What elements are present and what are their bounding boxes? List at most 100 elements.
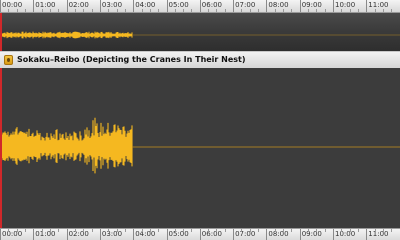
ruler-minor-tick <box>16 229 18 232</box>
ruler-label: 01:00 <box>35 230 56 238</box>
overview-waveform[interactable] <box>0 13 400 52</box>
ruler-minor-tick <box>8 229 10 232</box>
ruler-major-tick <box>266 229 268 240</box>
ruler-label: 04:00 <box>135 230 156 238</box>
ruler-minor-tick <box>91 229 93 232</box>
ruler-minor-tick <box>116 229 118 232</box>
ruler-minor-tick <box>216 9 218 12</box>
ruler-minor-tick <box>158 9 160 12</box>
ruler-label: 00:00 <box>2 230 23 238</box>
ruler-minor-tick <box>183 9 185 12</box>
ruler-minor-tick <box>58 229 60 232</box>
ruler-minor-tick <box>83 229 85 232</box>
ruler-major-tick <box>333 0 334 12</box>
ruler-major-tick <box>33 229 35 240</box>
ruler-minor-tick <box>258 9 260 12</box>
ruler-minor-tick <box>208 9 210 12</box>
ruler-major-tick <box>233 0 235 12</box>
ruler-minor-tick <box>49 229 51 232</box>
ruler-minor-tick <box>24 229 26 232</box>
ruler-label: 08:00 <box>268 1 289 9</box>
ruler-minor-tick <box>382 229 384 232</box>
ruler-minor-tick <box>357 229 359 232</box>
timeline-ruler-bottom[interactable]: 00:00 01:00 02:00 03:00 04:00 05:00 06:00 07:00… <box>0 228 400 240</box>
ruler-minor-tick <box>141 9 143 12</box>
ruler-minor-tick <box>183 229 185 232</box>
ruler-minor-tick <box>308 9 310 12</box>
ruler-major-tick <box>366 229 368 240</box>
ruler-major-tick <box>33 0 35 12</box>
timeline-ruler-top[interactable]: 00:00 01:00 02:00 03:00 04:00 05:00 06:00 07:00… <box>0 0 400 13</box>
ruler-minor-tick <box>108 9 110 12</box>
ruler-minor-tick <box>16 9 18 12</box>
ruler-major-tick <box>199 0 201 12</box>
ruler-minor-tick <box>124 229 126 232</box>
ruler-minor-tick <box>258 229 260 232</box>
ruler-major-tick <box>99 0 101 12</box>
track-header[interactable]: Sokaku–Reibo (Depicting the Cranes In Th… <box>0 51 400 69</box>
track-wave-path <box>0 117 133 174</box>
ruler-label: 09:00 <box>301 1 322 9</box>
ruler-label: 07:00 <box>235 230 256 238</box>
ruler-minor-tick <box>41 229 43 232</box>
ruler-label: 00:00 <box>2 1 23 9</box>
ruler-minor-tick <box>249 9 251 12</box>
ruler-label: 06:00 <box>201 1 222 9</box>
ruler-minor-tick <box>174 229 176 232</box>
overview-wave-path <box>0 31 133 39</box>
ruler-major-tick <box>166 229 168 240</box>
ruler-minor-tick <box>149 9 151 12</box>
ruler-minor-tick <box>241 9 243 12</box>
overview-playhead[interactable] <box>0 13 2 51</box>
ruler-minor-tick <box>141 229 143 232</box>
ruler-major-tick <box>299 0 301 12</box>
ruler-minor-tick <box>274 229 276 232</box>
ruler-minor-tick <box>283 9 285 12</box>
ruler-label: 04:00 <box>135 1 156 9</box>
ruler-minor-tick <box>291 9 293 12</box>
ruler-major-tick <box>333 229 334 240</box>
ruler-major-tick <box>266 0 268 12</box>
ruler-major-tick <box>133 0 135 12</box>
ruler-label: 08:00 <box>268 230 289 238</box>
ruler-minor-tick <box>216 229 218 232</box>
ruler-minor-tick <box>8 9 10 12</box>
ruler-label: 07:00 <box>235 1 256 9</box>
ruler-minor-tick <box>324 229 326 232</box>
ruler-minor-tick <box>191 229 193 232</box>
ruler-minor-tick <box>391 9 393 12</box>
ruler-label: 03:00 <box>101 230 123 238</box>
ruler-major-tick <box>133 229 135 240</box>
audio-file-icon <box>4 55 13 65</box>
playhead[interactable] <box>0 68 2 228</box>
ruler-major-tick <box>66 229 68 240</box>
ruler-label: 03:00 <box>101 1 123 9</box>
ruler-minor-tick <box>158 229 160 232</box>
ruler-label: 06:00 <box>201 230 222 238</box>
ruler-major-tick <box>0 0 1 12</box>
ruler-minor-tick <box>24 9 26 12</box>
ruler-major-tick <box>299 229 301 240</box>
ruler-major-tick <box>199 229 201 240</box>
ruler-minor-tick <box>349 9 351 12</box>
ruler-label: 02:00 <box>68 1 89 9</box>
ruler-minor-tick <box>308 229 310 232</box>
ruler-minor-tick <box>74 9 76 12</box>
overview-waveform-graphic <box>0 31 400 39</box>
ruler-minor-tick <box>357 9 359 12</box>
ruler-minor-tick <box>316 229 318 232</box>
ruler-minor-tick <box>124 9 126 12</box>
track-waveform-area[interactable] <box>0 68 400 228</box>
ruler-minor-tick <box>274 9 276 12</box>
ruler-label: 09:00 <box>301 230 322 238</box>
ruler-label: 02:00 <box>68 230 89 238</box>
ruler-minor-tick <box>49 9 51 12</box>
ruler-major-tick <box>0 229 1 240</box>
ruler-minor-tick <box>341 229 343 232</box>
ruler-minor-tick <box>241 229 243 232</box>
track-title: Sokaku–Reibo (Depicting the Cranes In Th… <box>17 55 246 64</box>
ruler-major-tick <box>66 0 68 12</box>
ruler-minor-tick <box>291 229 293 232</box>
ruler-major-tick <box>166 0 168 12</box>
ruler-major-tick <box>366 0 368 12</box>
